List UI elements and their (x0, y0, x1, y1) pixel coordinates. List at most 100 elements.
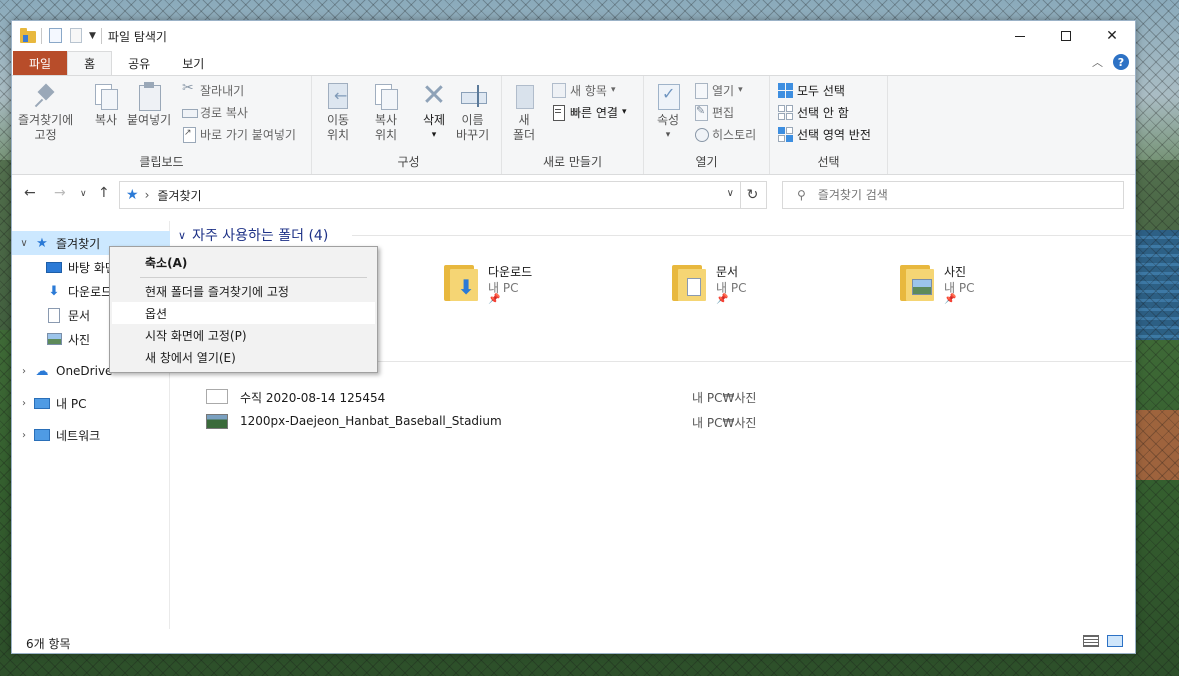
tab-view[interactable]: 보기 (166, 51, 220, 75)
rename-button[interactable]: 이름 바꾸기 (456, 82, 489, 143)
open-icon (694, 83, 708, 99)
expand-chevron-icon[interactable]: › (14, 430, 34, 441)
copy-to-button[interactable]: 복사 위치 (372, 82, 400, 143)
select-all-label: 모두 선택 (797, 83, 845, 98)
open-button[interactable]: 열기 ▾ (694, 80, 743, 100)
select-all-button[interactable]: 모두 선택 (778, 80, 845, 100)
properties-dropdown-icon[interactable]: ▾ (666, 128, 671, 143)
menu-item-pin-current-folder[interactable]: 현재 폴더를 즐겨찾기에 고정 (112, 280, 375, 302)
easy-access-button[interactable]: 빠른 연결 ▾ (552, 102, 627, 122)
breadcrumb-quick-access[interactable]: 즐겨찾기 (157, 187, 201, 204)
group-new: 새 폴더 새 항목 ▾ 빠른 연결 ▾ 새로 만들기 (502, 76, 644, 174)
copy-path-button[interactable]: 경로 복사 (182, 102, 248, 122)
copy-button[interactable]: 복사 (92, 82, 120, 128)
copy-to-label-2: 위치 (374, 128, 398, 142)
new-item-dropdown-icon: ▾ (610, 85, 616, 95)
folder-tile[interactable]: 문서 내 PC 📌 (670, 259, 890, 315)
star-icon: ★ (36, 235, 48, 251)
maximize-button[interactable] (1043, 21, 1089, 51)
image-thumbnail-icon (206, 414, 228, 429)
new-folder-icon[interactable] (68, 28, 84, 44)
pinned-icon: 📌 (944, 294, 957, 305)
computer-icon (34, 395, 50, 411)
recent-file-row[interactable]: 1200px-Daejeon_Hanbat_Baseball_Stadium 내… (206, 411, 806, 433)
menu-item-collapse[interactable]: 축소(A) (112, 251, 375, 273)
folder-name: 사진 (944, 265, 967, 279)
edit-button[interactable]: 편집 (694, 102, 734, 122)
qat-separator (100, 28, 102, 44)
copy-path-icon (182, 105, 198, 119)
large-icons-view-icon[interactable] (1107, 635, 1123, 647)
pinned-icon: 📌 (716, 294, 729, 305)
tab-home[interactable]: 홈 (67, 51, 113, 75)
pin-to-quick-access-button[interactable]: 즐겨찾기에 고정 (18, 82, 73, 143)
menu-item-pin-to-start[interactable]: 시작 화면에 고정(P) (112, 324, 375, 346)
window-controls: ✕ (997, 21, 1135, 51)
new-folder-button[interactable]: 새 폴더 (510, 82, 538, 143)
help-icon[interactable]: ? (1113, 54, 1129, 70)
paste-label: 붙여넣기 (127, 113, 172, 127)
folder-tile[interactable]: ⬇ 다운로드 내 PC 📌 (442, 259, 662, 315)
invert-selection-button[interactable]: 선택 영역 반전 (778, 124, 871, 144)
expand-chevron-icon[interactable]: ∨ (14, 238, 34, 249)
minimize-ribbon-icon[interactable]: ︿ (1092, 54, 1103, 70)
group-label-new: 새로 만들기 (542, 155, 602, 169)
delete-button[interactable]: ✕ 삭제 ▾ (420, 81, 448, 143)
search-box[interactable]: ⚲ (782, 181, 1124, 209)
properties-icon[interactable] (47, 28, 63, 44)
expand-chevron-icon[interactable]: › (14, 398, 34, 409)
tab-share[interactable]: 공유 (112, 51, 166, 75)
breadcrumb-chevron-icon[interactable]: › (145, 188, 150, 202)
frequent-folders-title: 자주 사용하는 폴더 (4) (192, 228, 329, 244)
copy-icon (92, 82, 120, 110)
back-button[interactable]: ← (24, 185, 36, 201)
forward-button[interactable]: → (54, 185, 66, 201)
status-bar: 6개 항목 (12, 631, 1135, 655)
select-none-icon (778, 104, 793, 120)
menu-item-open-new-window[interactable]: 새 창에서 열기(E) (112, 346, 375, 368)
customize-qat-chevron-icon[interactable]: ▼ (89, 31, 96, 41)
cut-button[interactable]: 잘라내기 (182, 80, 244, 100)
close-button[interactable]: ✕ (1089, 21, 1135, 51)
properties-button[interactable]: 속성 ▾ (654, 82, 682, 143)
menu-item-options[interactable]: 옵션 (112, 302, 375, 324)
history-icon (694, 127, 709, 142)
recent-locations-chevron-icon[interactable]: ∨ (80, 189, 87, 199)
quick-access-star-icon: ★ (126, 187, 139, 203)
address-bar[interactable]: ★ › 즐겨찾기 ∨ (119, 181, 741, 209)
search-input[interactable] (817, 188, 1098, 202)
nav-item-this-pc[interactable]: › 내 PC (12, 391, 170, 415)
group-label-select: 선택 (817, 155, 840, 169)
minimize-button[interactable] (997, 21, 1043, 51)
address-dropdown-icon[interactable]: ∨ (727, 188, 734, 199)
nav-label: 즐겨찾기 (56, 236, 101, 251)
pictures-folder-icon (898, 261, 934, 301)
nav-label: 문서 (68, 308, 91, 323)
select-none-button[interactable]: 선택 안 함 (778, 102, 849, 122)
folder-tile[interactable]: 사진 내 PC 📌 (898, 259, 1118, 315)
nav-item-network[interactable]: › 네트워크 (12, 423, 170, 447)
paste-button[interactable]: 붙여넣기 (127, 82, 171, 128)
document-icon (46, 307, 62, 323)
group-open: 속성 ▾ 열기 ▾ 편집 히스토리 열기 (644, 76, 770, 174)
move-to-button[interactable]: 이동 위치 (324, 82, 352, 143)
pin-icon (32, 82, 60, 110)
frequent-folders-header[interactable]: ∨ 자주 사용하는 폴더 (4) (178, 225, 328, 245)
details-view-icon[interactable] (1083, 635, 1099, 647)
paste-shortcut-button[interactable]: 바로 가기 붙여넣기 (182, 124, 296, 144)
open-label: 열기 (712, 83, 735, 98)
file-location: 내 PC₩사진 (692, 391, 757, 405)
easy-access-label: 빠른 연결 (570, 105, 618, 120)
new-item-button[interactable]: 새 항목 ▾ (552, 80, 615, 100)
recent-file-row[interactable]: 수직 2020-08-14 125454 내 PC₩사진 (206, 386, 806, 408)
history-button[interactable]: 히스토리 (694, 124, 756, 144)
refresh-button[interactable]: ↻ (739, 181, 767, 209)
new-folder-label-2: 폴더 (512, 128, 536, 142)
tab-file[interactable]: 파일 (13, 51, 68, 75)
up-button[interactable]: ↑ (98, 185, 110, 201)
new-folder-label-1: 새 (518, 113, 530, 127)
delete-dropdown-icon[interactable]: ▾ (432, 128, 437, 143)
copy-to-label-1: 복사 (374, 113, 398, 127)
expand-chevron-icon[interactable]: › (14, 366, 34, 377)
explorer-folder-icon[interactable] (20, 28, 36, 44)
